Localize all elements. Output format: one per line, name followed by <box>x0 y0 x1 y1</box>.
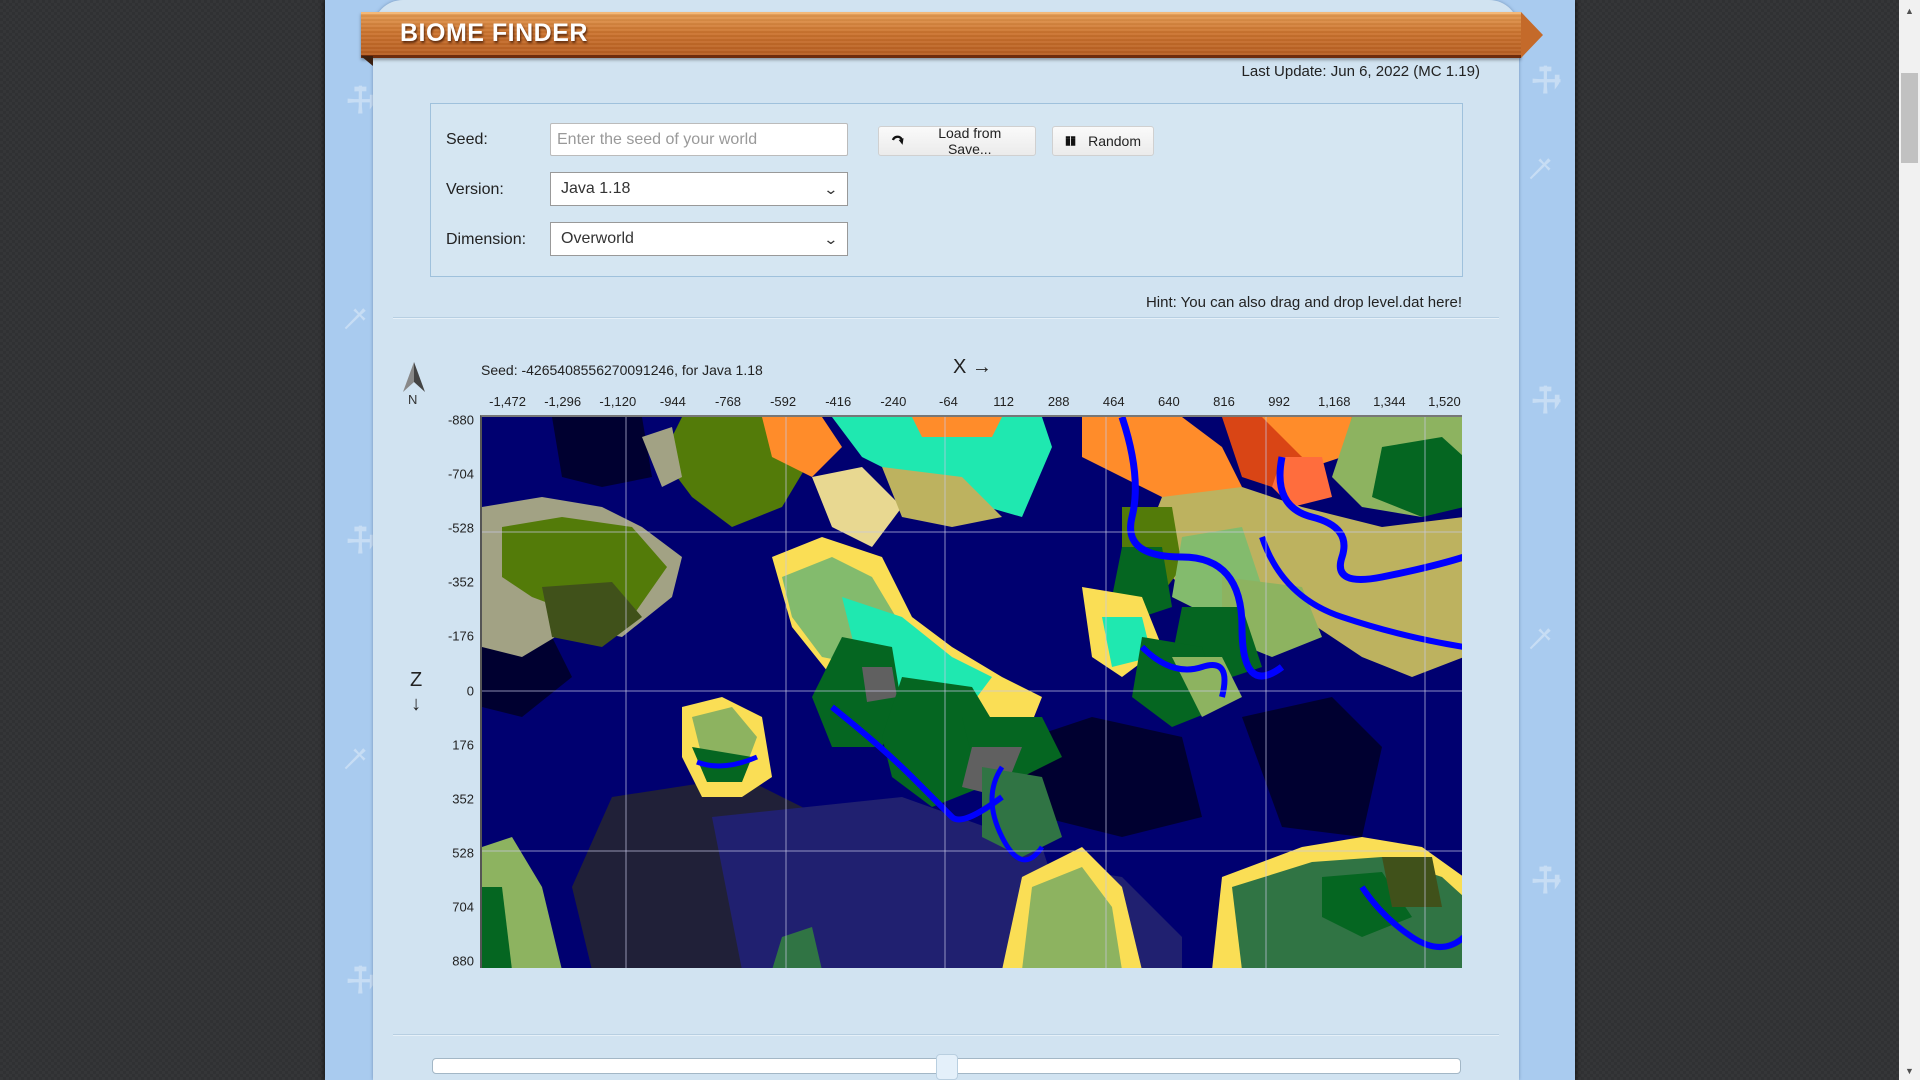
z-tick-label: 0 <box>466 683 474 698</box>
seed-input[interactable] <box>550 123 848 156</box>
chevron-down-icon: ⌄ <box>823 230 839 247</box>
deep-ocean-region <box>552 417 652 487</box>
z-axis-arrow: ↓ <box>411 693 422 715</box>
scroll-up-arrow-icon[interactable]: ▲ <box>1899 6 1920 16</box>
chevron-down-icon: ⌄ <box>823 180 839 197</box>
windswept-region <box>862 667 897 702</box>
x-tick-label: -416 <box>825 394 852 409</box>
drag-drop-hint: Hint: You can also drag and drop level.d… <box>1145 294 1462 311</box>
redo-arrow-icon <box>891 135 904 145</box>
banner-tip <box>1521 12 1543 58</box>
x-tick-label: 112 <box>993 394 1014 409</box>
map-seed-caption: Seed: -4265408556270091246, for Java 1.1… <box>481 362 763 378</box>
gift-box-icon <box>1065 136 1076 146</box>
x-tick-label: 1,344 <box>1373 394 1406 409</box>
z-tick-label: -352 <box>447 574 474 590</box>
version-label: Version: <box>446 181 504 198</box>
page-scrollbar[interactable]: ▲ ▼ <box>1899 0 1920 1080</box>
x-tick-label: 464 <box>1102 394 1125 409</box>
compass-label: N <box>408 392 418 407</box>
biome-map-canvas[interactable] <box>482 417 1462 968</box>
random-button[interactable]: Random <box>1052 126 1154 156</box>
x-axis-label: X → <box>953 356 992 378</box>
z-tick-label: -528 <box>447 520 474 536</box>
load-from-save-label: Load from Save... <box>938 125 1002 157</box>
x-tick-label: 992 <box>1268 394 1290 409</box>
wooded-badlands-region <box>912 417 1002 437</box>
dimension-label: Dimension: <box>446 231 527 248</box>
x-tick-label: 1,168 <box>1317 394 1351 409</box>
banner-fold <box>361 56 373 66</box>
version-select[interactable]: Java 1.18 ⌄ <box>550 172 848 206</box>
x-tick-label: -944 <box>659 394 686 409</box>
x-tick-label: 816 <box>1213 394 1235 409</box>
sword-icon: † <box>1519 149 1560 190</box>
dimension-select[interactable]: Overworld ⌄ <box>550 222 848 256</box>
last-update-text: Last Update: Jun 6, 2022 (MC 1.19) <box>1241 63 1480 80</box>
sword-icon: † <box>334 739 375 780</box>
x-tick-label: -240 <box>880 394 907 409</box>
x-tick-label: 288 <box>1047 394 1070 409</box>
map-slider-thumb[interactable] <box>935 1054 958 1080</box>
x-tick-label: -592 <box>770 394 797 409</box>
seed-label: Seed: <box>446 131 488 148</box>
x-tick-label: -1,120 <box>599 394 637 409</box>
shovel-icon: ⚒ <box>1521 855 1570 905</box>
x-tick-label: -1,296 <box>544 394 582 409</box>
x-tick-label: -768 <box>714 394 742 409</box>
version-selected-value: Java 1.18 <box>561 180 631 197</box>
scrollbar-thumb[interactable] <box>1901 73 1918 163</box>
page-title: BIOME FINDER <box>400 19 588 47</box>
z-tick-label: 352 <box>452 791 474 807</box>
shovel-icon: ⚒ <box>1521 375 1570 425</box>
z-tick-label: 880 <box>452 953 474 969</box>
random-label: Random <box>1088 133 1141 149</box>
sword-icon: † <box>1519 619 1560 660</box>
sword-icon: † <box>334 299 375 340</box>
z-tick-label: -704 <box>447 466 474 482</box>
dark-forest-region <box>1382 857 1442 907</box>
divider <box>393 317 1499 319</box>
divider <box>393 1034 1499 1036</box>
z-tick-label: -880 <box>447 412 474 428</box>
z-axis-label: Z ↓ <box>410 668 422 716</box>
z-axis-letter: Z <box>410 669 423 691</box>
biome-map[interactable] <box>480 415 1462 968</box>
x-tick-label: 1,520 <box>1428 394 1461 409</box>
z-tick-label: 528 <box>452 845 474 861</box>
load-from-save-button[interactable]: Load from Save... <box>878 125 1036 157</box>
x-tick-label: 640 <box>1158 394 1180 409</box>
z-tick-label: 704 <box>452 899 474 915</box>
scroll-down-arrow-icon[interactable]: ▼ <box>1899 1066 1920 1076</box>
z-tick-label: 176 <box>452 737 474 753</box>
x-tick-label: -1,472 <box>489 394 526 409</box>
x-tick-label: -64 <box>939 394 958 409</box>
shovel-icon: ⚒ <box>1521 55 1570 105</box>
dimension-selected-value: Overworld <box>561 230 634 247</box>
z-tick-label: -176 <box>447 628 474 644</box>
